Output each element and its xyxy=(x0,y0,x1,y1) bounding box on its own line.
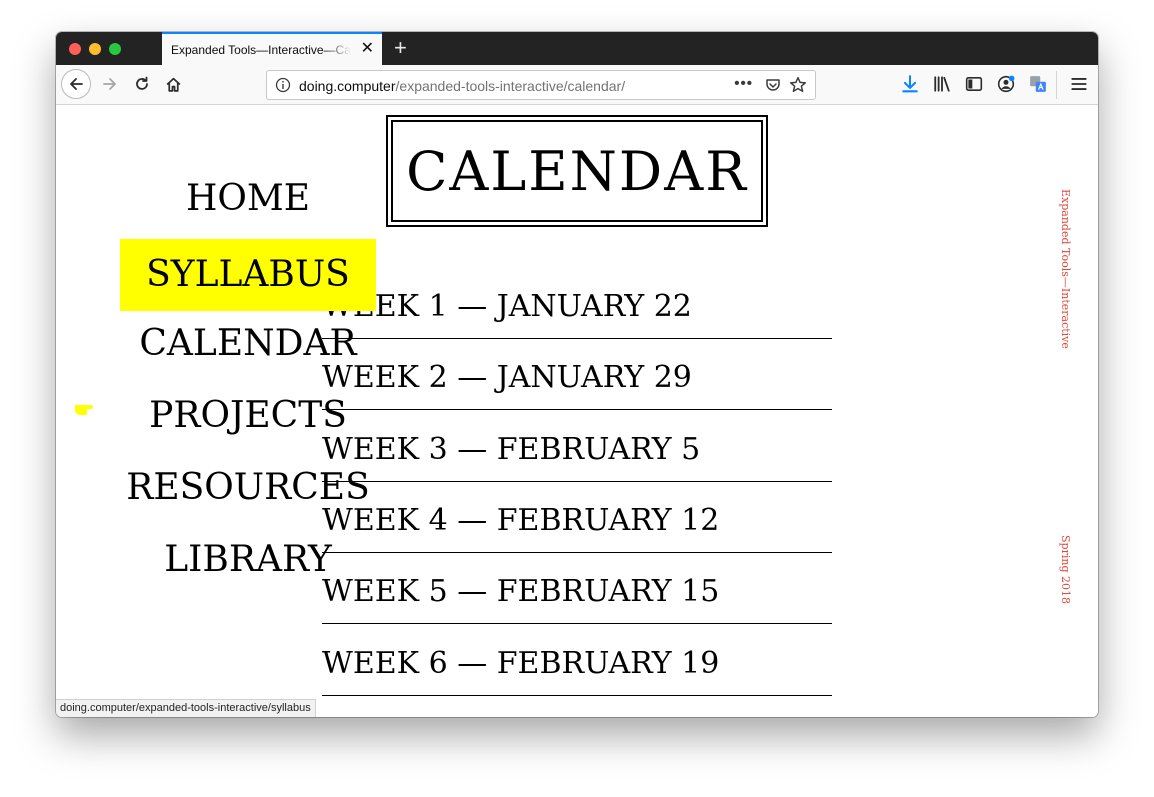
forward-button[interactable] xyxy=(98,72,122,96)
navigation-toolbar: doing.computer/expanded-tools-interactiv… xyxy=(56,65,1098,105)
nav-link-library[interactable]: LIBRARY xyxy=(120,538,376,582)
side-term-label: Spring 2018 xyxy=(1059,535,1072,604)
pointing-hand-icon xyxy=(75,405,93,415)
week-row[interactable]: WEEK 3 — FEBRUARY 5 xyxy=(322,412,832,482)
url-text[interactable]: doing.computer/expanded-tools-interactiv… xyxy=(299,78,625,94)
week-label[interactable]: WEEK 5 — FEBRUARY 15 xyxy=(322,574,719,609)
minimize-window-button[interactable] xyxy=(89,43,101,55)
page-title-frame: CALENDAR xyxy=(386,115,768,227)
nav-link-syllabus[interactable]: SYLLABUS xyxy=(120,239,376,311)
info-icon[interactable] xyxy=(275,77,291,93)
home-button[interactable] xyxy=(161,72,185,96)
week-label[interactable]: WEEK 3 — FEBRUARY 5 xyxy=(322,432,700,467)
page-title: CALENDAR xyxy=(391,120,763,222)
url-bar[interactable]: doing.computer/expanded-tools-interactiv… xyxy=(266,70,816,100)
week-label[interactable]: WEEK 1 — JANUARY 22 xyxy=(322,289,692,324)
page-content: CALENDAR WEEK 1 — JANUARY 22 WEEK 2 — JA… xyxy=(56,105,1098,717)
reload-icon xyxy=(136,76,148,90)
week-row[interactable]: WEEK 2 — JANUARY 29 xyxy=(322,340,832,410)
toolbar-divider xyxy=(1056,71,1057,99)
browser-window: Expanded Tools—Interactive—Calendar ✕ + xyxy=(56,32,1098,717)
back-button[interactable] xyxy=(61,69,91,99)
tab-title: Expanded Tools—Interactive—Calendar xyxy=(171,43,351,57)
translate-icon[interactable] xyxy=(1029,75,1047,93)
arrow-right-icon xyxy=(103,78,116,90)
nav-link-home[interactable]: HOME xyxy=(120,177,376,221)
tab-active[interactable]: Expanded Tools—Interactive—Calendar ✕ xyxy=(162,32,382,65)
url-path: /expanded-tools-interactive/calendar/ xyxy=(395,78,626,94)
download-icon[interactable] xyxy=(901,75,919,93)
week-row[interactable]: WEEK 1 — JANUARY 22 xyxy=(322,269,832,339)
library-icon[interactable] xyxy=(933,75,951,93)
nav-link-projects[interactable]: PROJECTS xyxy=(120,394,376,438)
sidebar-icon[interactable] xyxy=(965,75,983,93)
url-domain: doing.computer xyxy=(299,78,396,94)
close-window-button[interactable] xyxy=(69,43,81,55)
nav-link-calendar[interactable]: CALENDAR xyxy=(120,322,376,366)
zoom-window-button[interactable] xyxy=(109,43,121,55)
side-course-label: Expanded Tools—Interactive xyxy=(1059,189,1072,349)
reload-button[interactable] xyxy=(130,72,154,96)
week-row[interactable]: WEEK 4 — FEBRUARY 12 xyxy=(322,483,832,553)
tab-close-icon[interactable]: ✕ xyxy=(361,39,374,59)
week-row[interactable]: WEEK 5 — FEBRUARY 15 xyxy=(322,554,832,624)
home-icon xyxy=(166,77,180,92)
week-label[interactable]: WEEK 4 — FEBRUARY 12 xyxy=(322,503,719,538)
bookmark-star-icon[interactable] xyxy=(789,76,807,94)
status-bar: doing.computer/expanded-tools-interactiv… xyxy=(56,699,316,717)
week-row[interactable]: WEEK 6 — FEBRUARY 19 xyxy=(322,626,832,696)
arrow-left-icon xyxy=(70,78,83,90)
account-icon[interactable] xyxy=(997,75,1015,93)
tab-bar: Expanded Tools—Interactive—Calendar ✕ + xyxy=(56,32,1098,65)
week-label[interactable]: WEEK 2 — JANUARY 29 xyxy=(322,360,692,395)
page-actions-more-icon[interactable]: ••• xyxy=(734,75,753,92)
week-label[interactable]: WEEK 6 — FEBRUARY 19 xyxy=(322,646,719,681)
pocket-icon[interactable] xyxy=(765,77,781,93)
nav-link-resources[interactable]: RESOURCES xyxy=(120,466,376,510)
new-tab-button[interactable]: + xyxy=(394,34,407,62)
hamburger-menu-icon[interactable] xyxy=(1070,75,1088,93)
